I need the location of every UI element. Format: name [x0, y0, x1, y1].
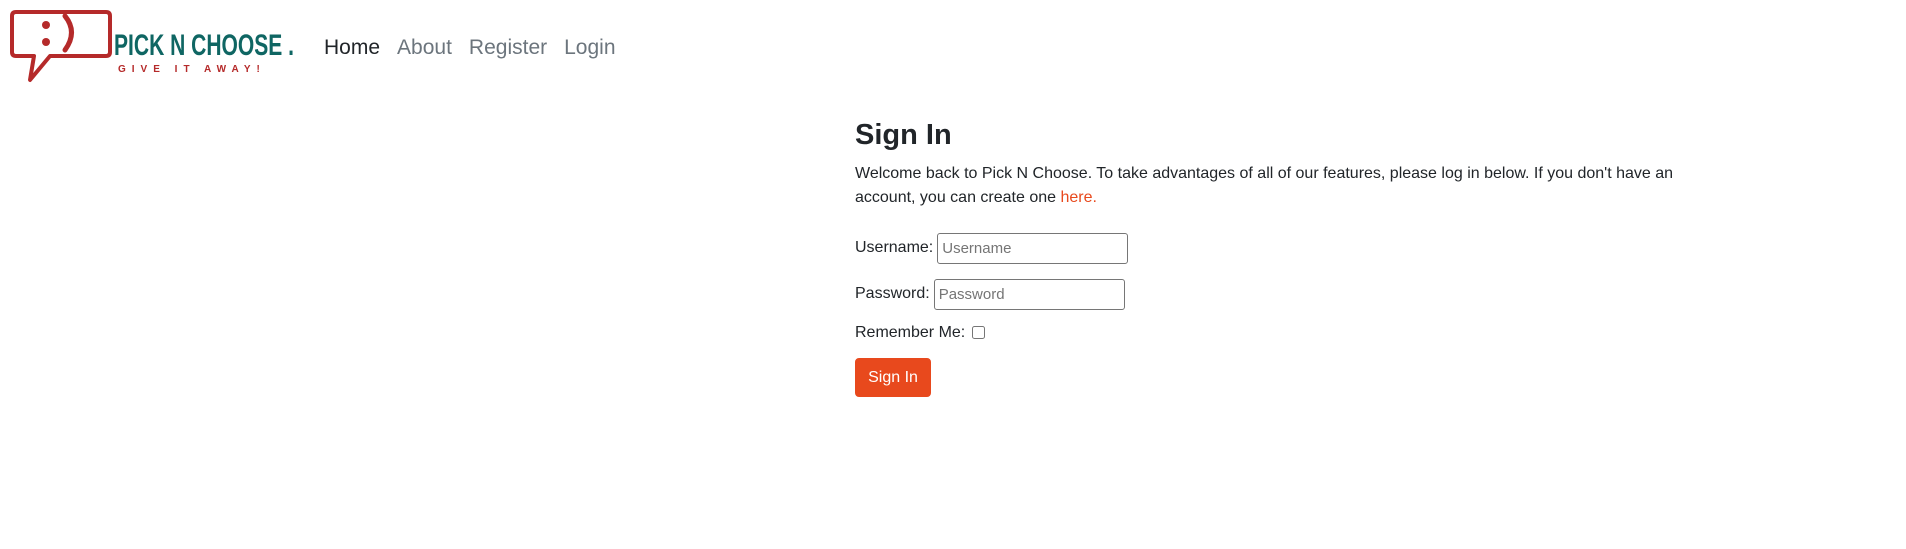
- navbar: PICK N CHOOSE . GIVE IT AWAY! Home About…: [0, 0, 1906, 94]
- username-input[interactable]: [937, 232, 1129, 264]
- remember-checkbox[interactable]: [972, 325, 986, 339]
- username-label: Username:: [855, 239, 934, 256]
- page-title: Sign In: [855, 119, 952, 151]
- nav-login[interactable]: Login: [564, 34, 615, 62]
- password-row: Password:: [855, 278, 1695, 310]
- brand-name: PICK N CHOOSE .: [114, 29, 294, 62]
- username-row: Username:: [855, 232, 1695, 264]
- sign-in-form: Username: Password: Remember Me: Sign In: [855, 232, 1695, 397]
- brand-logo[interactable]: PICK N CHOOSE . GIVE IT AWAY!: [10, 8, 300, 88]
- nav-about[interactable]: About: [397, 34, 452, 62]
- main-content: Sign In Welcome back to Pick N Choose. T…: [855, 116, 1695, 397]
- remember-row: Remember Me:: [855, 322, 1695, 344]
- nav-home[interactable]: Home: [324, 34, 380, 62]
- brand-tagline: GIVE IT AWAY!: [118, 64, 266, 75]
- nav-register[interactable]: Register: [469, 34, 547, 62]
- intro-paragraph: Welcome back to Pick N Choose. To take a…: [855, 162, 1695, 210]
- password-label: Password:: [855, 285, 930, 302]
- remember-label: Remember Me:: [855, 324, 966, 341]
- sign-in-button[interactable]: Sign In: [855, 358, 931, 397]
- create-account-link[interactable]: here.: [1060, 189, 1096, 206]
- nav-links: Home About Register Login: [324, 34, 633, 62]
- speech-bubble-smiley-icon: PICK N CHOOSE . GIVE IT AWAY!: [10, 10, 294, 82]
- intro-text: Welcome back to Pick N Choose. To take a…: [855, 165, 1674, 206]
- password-input[interactable]: [933, 278, 1125, 310]
